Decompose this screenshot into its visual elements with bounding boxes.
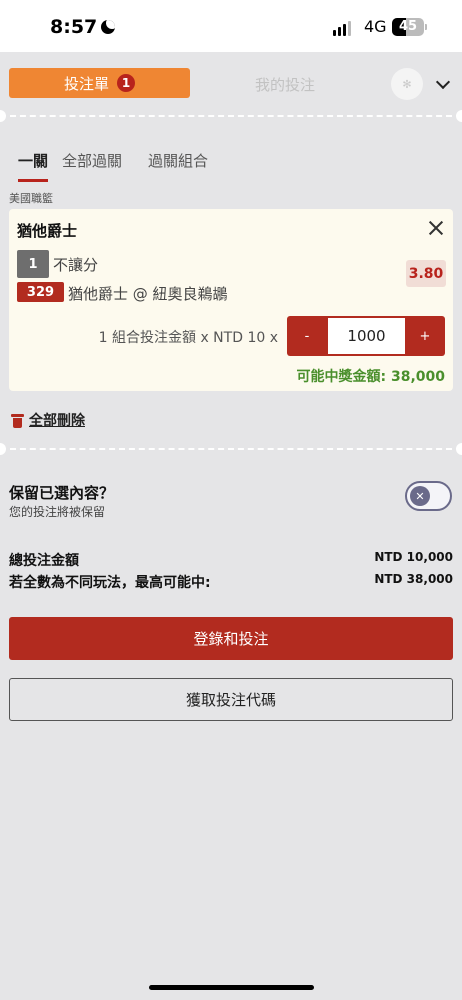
bet-team: 猶他爵士 [17, 222, 78, 240]
stake-input[interactable] [328, 318, 405, 354]
login-and-bet-button[interactable]: 登錄和投注 [9, 617, 453, 660]
clock: 8:57 [50, 16, 98, 38]
tab-my-bets[interactable]: 我的投注 [210, 74, 360, 95]
match-name: 猶他爵士 @ 紐奧良鵜鶘 [68, 285, 228, 303]
stake-stepper: - + [287, 316, 445, 356]
gear-icon: ✻ [402, 77, 412, 91]
tab-betslip[interactable]: 投注單 1 [9, 68, 190, 98]
signal-icon [333, 21, 351, 36]
get-bet-code-button[interactable]: 獲取投注代碼 [9, 678, 453, 721]
status-time: 8:57 [50, 16, 116, 38]
battery-tip [425, 24, 427, 30]
trash-icon [11, 413, 24, 428]
keep-selections-subtitle: 您的投注將被保留 [9, 505, 106, 519]
game-number: 329 [17, 282, 64, 302]
betslip-count-badge: 1 [117, 74, 135, 92]
tab-parlay-combo[interactable]: 過關組合 [148, 150, 208, 182]
divider-bottom [0, 443, 462, 455]
status-bar: 8:57 4G 45 [0, 0, 462, 52]
settings-button[interactable]: ✻ [391, 68, 423, 100]
bet-type-tabs: 一關 全部過關 過關組合 [18, 150, 208, 182]
max-payout-row: 若全數為不同玩法，最高可能中: NTD 38,000 [9, 572, 453, 592]
battery-icon: 45 [392, 18, 424, 36]
keep-selections-title: 保留已選內容？ [9, 484, 115, 502]
total-stake-value: NTD 10,000 [374, 550, 453, 564]
bet-card: 猶他爵士 1 不讓分 3.80 329 猶他爵士 @ 紐奧良鵜鶘 1 組合投注金… [9, 209, 453, 391]
close-icon[interactable] [427, 219, 445, 237]
x-icon: ✕ [410, 486, 430, 506]
top-tabs: 投注單 1 我的投注 ✻ [0, 52, 462, 110]
tab-all-parlay[interactable]: 全部過關 [62, 150, 122, 182]
selection-number: 1 [17, 250, 49, 278]
delete-all-label: 全部刪除 [29, 413, 85, 429]
max-payout-value: NTD 38,000 [374, 572, 453, 586]
network-type: 4G [364, 17, 387, 36]
potential-payout: 可能中獎金額: 38,000 [296, 369, 446, 385]
odds-badge: 3.80 [406, 260, 446, 287]
keep-selections-toggle[interactable]: ✕ [405, 481, 452, 511]
total-stake-row: 總投注金額 NTD 10,000 [9, 550, 453, 570]
stake-label: 1 組合投注金額 x NTD 10 x [98, 330, 278, 346]
divider-top [0, 110, 462, 122]
moon-icon [101, 20, 116, 34]
total-stake-label: 總投注金額 [9, 553, 79, 569]
stake-plus-button[interactable]: + [405, 316, 445, 356]
tab-single[interactable]: 一關 [18, 150, 49, 182]
home-indicator[interactable] [149, 985, 314, 990]
selection-type: 不讓分 [53, 256, 99, 274]
tab-betslip-label: 投注單 [63, 74, 109, 93]
chevron-down-icon[interactable] [435, 74, 451, 90]
stake-minus-button[interactable]: - [287, 316, 327, 356]
max-payout-label: 若全數為不同玩法，最高可能中: [9, 575, 211, 591]
delete-all-button[interactable]: 全部刪除 [11, 410, 85, 430]
battery-percent: 45 [398, 19, 418, 34]
league-label: 美國職籃 [9, 192, 53, 205]
